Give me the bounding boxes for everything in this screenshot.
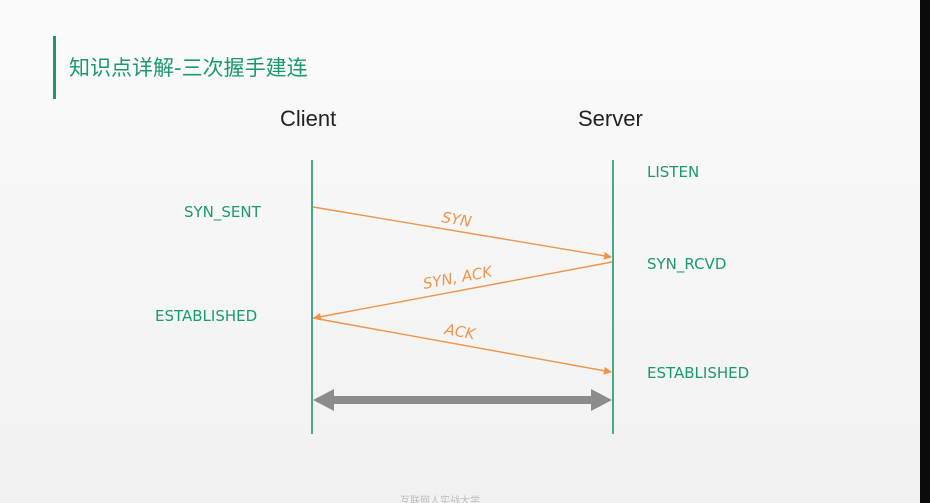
syn-ack-label: SYN, ACK <box>421 262 494 293</box>
window-edge <box>920 0 930 503</box>
connection-double-arrow <box>313 389 612 411</box>
ack-label: ACK <box>442 320 477 343</box>
footer-watermark: 互联网人实战大学 <box>400 496 480 503</box>
syn-label: SYN <box>440 208 472 231</box>
slide: 知识点详解-三次握手建连 Client Server LISTEN SYN_SE… <box>0 0 920 503</box>
handshake-diagram: SYN SYN, ACK ACK <box>311 160 614 434</box>
